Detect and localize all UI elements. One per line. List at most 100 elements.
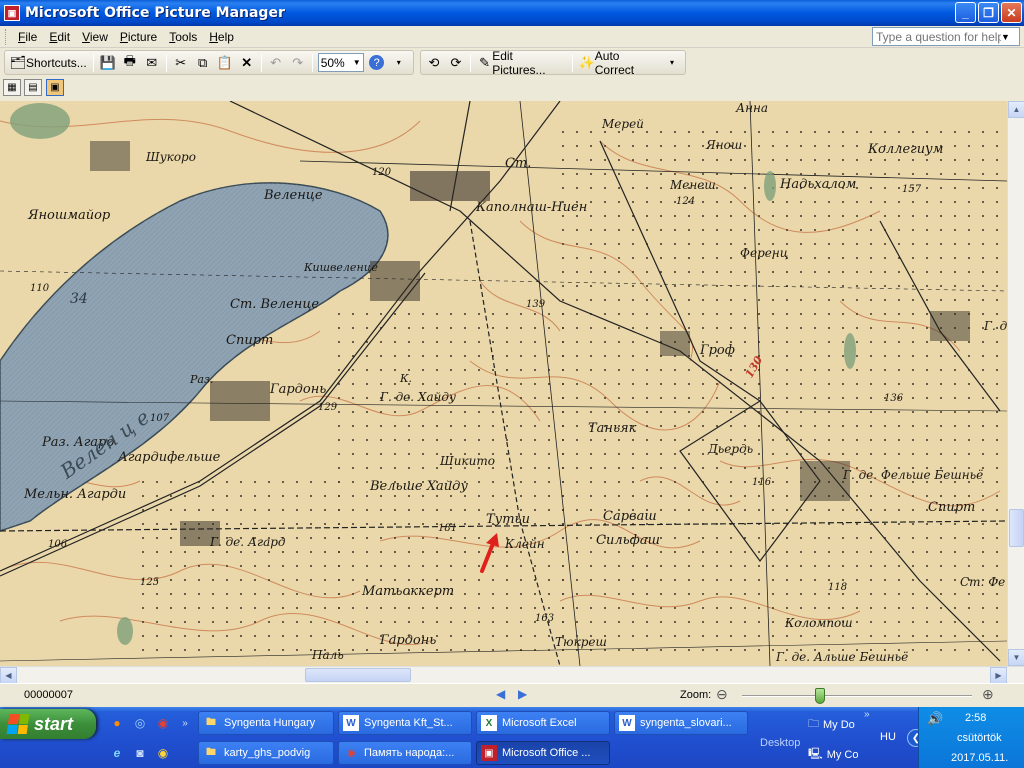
task-button-syngenta-hungary[interactable]: 🖿 Syngenta Hungary <box>198 711 334 735</box>
firefox-icon[interactable]: ● <box>108 714 126 732</box>
email-button[interactable]: ✉ <box>141 52 163 74</box>
menu-file[interactable]: File <box>12 30 43 44</box>
menu-edit[interactable]: Edit <box>43 30 76 44</box>
scroll-down-button[interactable]: ▼ <box>1008 649 1024 666</box>
scroll-right-button[interactable]: ▶ <box>990 667 1007 684</box>
excel-icon: X <box>481 715 497 731</box>
vertical-scroll-thumb[interactable] <box>1009 509 1024 547</box>
desktop-item-my-documents[interactable]: 🗀 My Do <box>808 715 855 734</box>
zoom-select[interactable]: 50% ▼ <box>317 53 364 72</box>
redo-button[interactable]: ↷ <box>287 52 309 74</box>
restore-icon: ❐ <box>983 5 994 20</box>
chevron-down-icon[interactable]: ▼ <box>1001 32 1010 42</box>
rotate-right-button[interactable]: ⟳ <box>445 52 467 74</box>
paste-icon: 📋 <box>216 54 233 70</box>
place-label: Надьхалом <box>779 177 856 192</box>
chrome-icon[interactable]: ◉ <box>154 714 172 732</box>
zoom-out-button[interactable]: ⊖ <box>716 686 728 703</box>
task-button-syngenta-kft[interactable]: W Syngenta Kft_St... <box>338 711 472 735</box>
place-label: Кишвеленце <box>303 261 378 274</box>
single-picture-view-button[interactable]: ▣ <box>46 79 64 96</box>
copy-button[interactable]: ⧉ <box>192 52 214 74</box>
elevation-label: 120 <box>372 167 392 178</box>
desktop-toolbar-more-icon[interactable]: » <box>864 709 870 720</box>
place-label: Гроф <box>699 343 735 358</box>
task-button-chrome-pamyat[interactable]: ◉ Память народа:... <box>338 741 472 765</box>
language-indicator[interactable]: HU <box>880 731 896 743</box>
place-label: Шикито <box>439 454 495 468</box>
place-label: Гардонь <box>269 382 326 397</box>
elevation-label: 124 <box>676 196 695 207</box>
undo-button[interactable]: ↶ <box>265 52 287 74</box>
menu-view[interactable]: View <box>76 30 114 44</box>
cut-button[interactable]: ✂ <box>170 52 192 74</box>
previous-picture-button[interactable]: ◀ <box>496 687 505 701</box>
task-button-syngenta-slovari[interactable]: W syngenta_slovari... <box>614 711 748 735</box>
toolbar-separator <box>470 53 471 72</box>
next-picture-button[interactable]: ▶ <box>518 687 527 701</box>
task-button-picture-manager[interactable]: ▣ Microsoft Office ... <box>476 741 610 765</box>
filmstrip-view-button[interactable]: ▤ <box>24 79 42 96</box>
menu-picture[interactable]: Picture <box>114 30 163 44</box>
elevation-label: 163 <box>535 613 554 624</box>
save-icon: 💾 <box>99 54 116 70</box>
clock-date: 2017.05.11. <box>951 752 1009 764</box>
horizontal-scrollbar[interactable]: ◀ ▶ <box>0 666 1024 684</box>
elevation-label: 181 <box>438 523 457 534</box>
zoom-slider-thumb[interactable] <box>815 688 825 704</box>
desktop-item-my-computer[interactable]: 🖳 My Co <box>808 745 858 764</box>
place-label: Яношмайор <box>27 208 111 223</box>
volume-icon[interactable]: 🔊 <box>927 711 943 727</box>
delete-button[interactable]: ✕ <box>236 52 258 74</box>
rotate-left-button[interactable]: ⟲ <box>423 52 445 74</box>
chevron-right-icon: ▶ <box>518 687 528 701</box>
chevron-left-icon: ◀ <box>5 671 12 680</box>
chrome-canary-icon[interactable]: ◉ <box>154 744 172 762</box>
toolbar-options-button[interactable]: ▾ <box>661 52 683 74</box>
menu-bar: File Edit View Picture Tools Help <box>0 26 1024 48</box>
place-label: Сарваш <box>603 509 657 524</box>
thumbnail-view-button[interactable]: ▦ <box>3 79 21 96</box>
outlook-icon[interactable]: ◙ <box>131 744 149 762</box>
toolbar-options-button[interactable]: ▾ <box>388 52 410 74</box>
place-label: Г. де. Альше Бешньё <box>775 650 908 664</box>
edit-pictures-button[interactable]: ✎ Edit Pictures... <box>474 49 569 77</box>
place-label: Тутьи <box>486 512 530 527</box>
scroll-up-button[interactable]: ▲ <box>1008 101 1024 118</box>
print-button[interactable]: 🖶 <box>119 52 141 74</box>
place-label: Клейн <box>504 537 545 551</box>
menu-tools[interactable]: Tools <box>163 30 203 44</box>
picture-view[interactable]: Шукоро Веленце Яношмайор Кишвеленце Ст. … <box>0 101 1007 666</box>
close-button[interactable]: ✕ <box>1001 2 1022 23</box>
horizontal-scroll-thumb[interactable] <box>305 668 411 682</box>
place-label: Мерей <box>601 117 644 131</box>
task-button-label: Syngenta Kft_St... <box>364 717 453 729</box>
task-button-excel[interactable]: X Microsoft Excel <box>476 711 610 735</box>
browser-icon[interactable]: ◎ <box>131 714 149 732</box>
help-search-box[interactable]: ▼ <box>872 27 1020 46</box>
shortcuts-button[interactable]: 🗂 Shortcuts... <box>7 52 90 74</box>
minimize-button[interactable]: _ <box>955 2 976 23</box>
save-button[interactable]: 💾 <box>97 52 119 74</box>
menu-help[interactable]: Help <box>203 30 240 44</box>
zoom-in-button[interactable]: ⊕ <box>982 686 994 703</box>
start-button[interactable]: start <box>0 709 96 739</box>
scroll-left-button[interactable]: ◀ <box>0 667 17 684</box>
vertical-scrollbar[interactable]: ▲ ▼ <box>1007 101 1024 666</box>
map-image: Шукоро Веленце Яношмайор Кишвеленце Ст. … <box>0 101 1007 666</box>
clock-time[interactable]: 2:58 <box>965 712 986 724</box>
menu-grip[interactable] <box>5 28 8 45</box>
help-search-input[interactable] <box>873 29 1001 44</box>
elevation-label: 157 <box>902 184 922 195</box>
paste-button[interactable]: 📋 <box>214 52 236 74</box>
quick-launch-more-icon[interactable]: » <box>176 714 194 732</box>
auto-correct-button[interactable]: ✨ Auto Correct <box>576 49 661 77</box>
task-button-karty-folder[interactable]: 🖿 karty_ghs_podvig <box>198 741 334 765</box>
help-button[interactable]: ? <box>366 52 388 74</box>
minimize-icon: _ <box>962 5 969 20</box>
title-bar[interactable]: ▣ Microsoft Office Picture Manager _ ❐ ✕ <box>0 0 1024 26</box>
internet-explorer-icon[interactable]: e <box>108 744 126 762</box>
zoom-slider-track[interactable] <box>742 695 972 697</box>
close-icon: ✕ <box>1006 5 1017 20</box>
restore-button[interactable]: ❐ <box>978 2 999 23</box>
